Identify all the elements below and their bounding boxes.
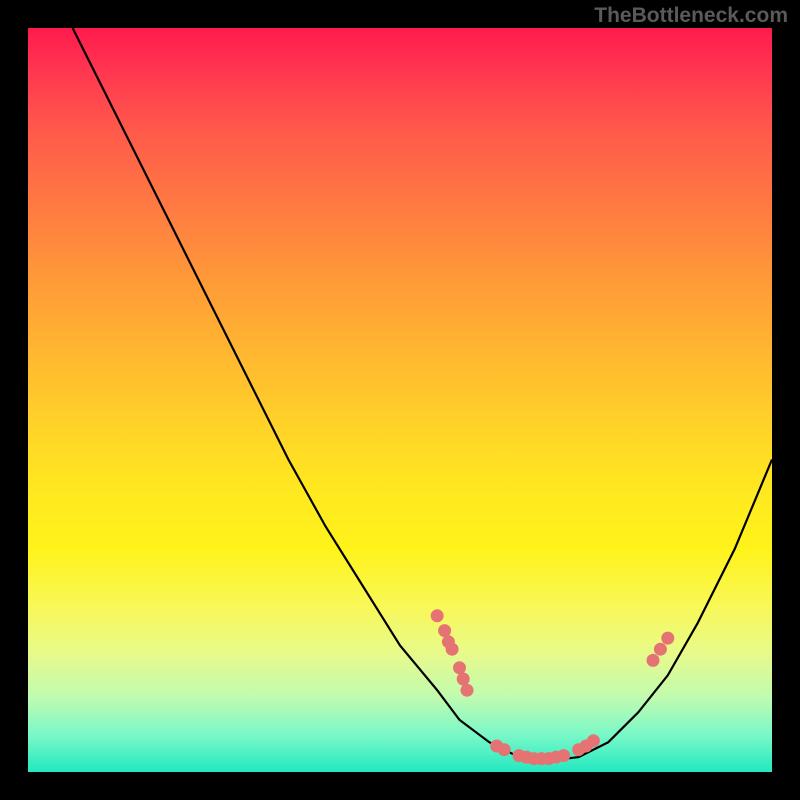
data-point (431, 609, 444, 622)
data-point (461, 684, 474, 697)
data-point (587, 734, 600, 747)
bottleneck-curve (73, 28, 772, 761)
data-points-group (431, 609, 675, 765)
data-point (647, 654, 660, 667)
data-point (557, 749, 570, 762)
data-point (498, 743, 511, 756)
data-point (438, 624, 451, 637)
data-point (446, 643, 459, 656)
data-point (654, 643, 667, 656)
watermark-text: TheBottleneck.com (594, 4, 788, 28)
data-point (661, 632, 674, 645)
data-point (453, 661, 466, 674)
chart-svg (28, 28, 772, 772)
chart-plot-area (28, 28, 772, 772)
data-point (457, 673, 470, 686)
